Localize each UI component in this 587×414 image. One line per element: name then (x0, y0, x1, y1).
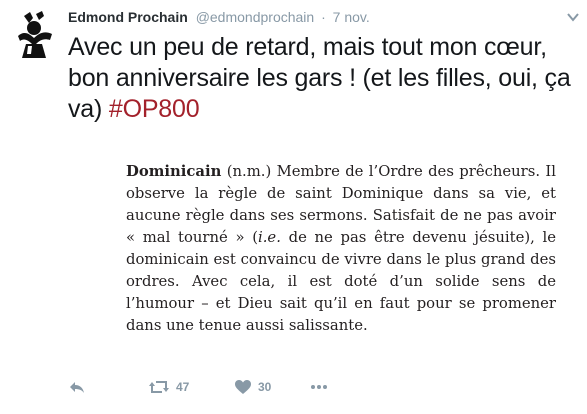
definition-abbrev: i.e. (258, 229, 281, 246)
like-button[interactable]: 30 (234, 372, 271, 402)
attached-image[interactable]: Dominicain (n.m.) Membre de l’Ordre des … (126, 161, 556, 337)
tweet-header: Edmond Prochain @edmondprochain · 7 nov. (68, 9, 370, 25)
definition-term: Dominicain (126, 163, 222, 180)
author-name[interactable]: Edmond Prochain (68, 9, 188, 25)
avatar[interactable] (10, 10, 58, 58)
chevron-down-icon[interactable] (565, 10, 581, 24)
definition-text: Dominicain (n.m.) Membre de l’Ordre des … (126, 161, 556, 337)
retweet-button[interactable]: 47 (148, 372, 189, 402)
more-button[interactable] (310, 372, 328, 402)
author-handle[interactable]: @edmondprochain (196, 9, 315, 25)
like-icon (235, 380, 251, 394)
tweet-text: Avec un peu de retard, mais tout mon cœu… (68, 32, 573, 125)
avatar-illustration (10, 10, 58, 58)
retweet-icon (149, 381, 169, 393)
hashtag-link[interactable]: #OP800 (109, 95, 200, 123)
tweet-actions: 47 30 (0, 372, 587, 402)
reply-button[interactable] (68, 372, 86, 402)
tweet-timestamp[interactable]: 7 nov. (333, 9, 370, 25)
header-separator: · (321, 9, 326, 25)
more-icon (311, 385, 327, 389)
reply-icon (70, 382, 84, 393)
like-count: 30 (258, 380, 272, 394)
retweet-count: 47 (176, 380, 190, 394)
